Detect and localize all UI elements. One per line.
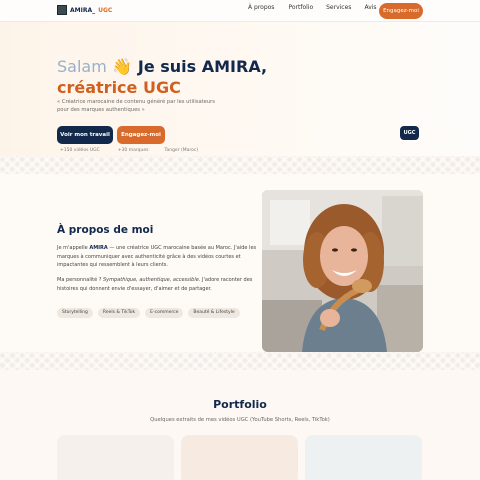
portfolio-section: Portfolio Quelques extraits de mes vidéo… — [0, 370, 480, 480]
tag-ecommerce: E-commerce — [145, 308, 184, 318]
hero-name: AMIRA, — [201, 57, 268, 76]
tag-reels-tiktok: Reels & TikTok — [97, 308, 141, 318]
about-section: À propos de moi Je m'appelle AMIRA — une… — [0, 174, 480, 352]
hero-subtitle: « Créatrice marocaine de contenu généré … — [57, 99, 215, 113]
portfolio-subtitle: Quelques extraits de mes vidéos UGC (You… — [150, 417, 330, 423]
portfolio-title: Portfolio — [213, 398, 267, 411]
top-navbar: AMIRA_ UGC À propos Portfolio Services A… — [0, 0, 480, 22]
about-p1-name: AMIRA — [89, 245, 108, 251]
portfolio-card-2[interactable] — [181, 435, 298, 480]
hero-section: Salam 👋 Je suis AMIRA, créatrice UGC « C… — [0, 22, 480, 157]
about-paragraph-1: Je m'appelle AMIRA — une créatrice UGC m… — [57, 244, 257, 270]
profile-photo-illustration — [262, 190, 423, 352]
tag-beauty-lifestyle: Beauté & Lifestyle — [188, 308, 240, 318]
portfolio-card-1[interactable] — [57, 435, 174, 480]
nav-link-services[interactable]: Services — [326, 4, 351, 11]
hero-stats: +150 vidéos UGC +30 marques Tanger (Maro… — [60, 148, 198, 153]
profile-photo — [262, 190, 423, 352]
view-work-button[interactable]: Voir mon travail — [57, 126, 113, 144]
about-p2-pre: Ma personnalité ? — [57, 277, 103, 283]
hero-hire-button[interactable]: Engagez-moi — [117, 126, 165, 144]
hero-intro: Je suis — [132, 57, 202, 76]
hero-greeting: Salam — [57, 57, 107, 76]
about-tags: Storytelling Reels & TikTok E-commerce B… — [57, 308, 240, 318]
about-title: À propos de moi — [57, 224, 154, 236]
stat-videos: +150 vidéos UGC — [60, 148, 100, 153]
decorative-pattern-band — [0, 156, 480, 174]
ugc-badge: UGC — [400, 126, 419, 140]
stat-brands: +30 marques — [117, 148, 149, 153]
logo-name: AMIRA_ — [70, 6, 96, 14]
stat-location: Tanger (Maroc) — [164, 148, 199, 153]
about-p2-italic: Sympathique, authentique, accessible. — [103, 277, 201, 283]
logo-ugc: UGC — [98, 6, 113, 14]
decorative-pattern-band-2 — [0, 352, 480, 370]
nav-link-reviews[interactable]: Avis — [364, 4, 376, 11]
about-paragraph-2: Ma personnalité ? Sympathique, authentiq… — [57, 276, 257, 293]
tag-storytelling: Storytelling — [57, 308, 93, 318]
about-p1-pre: Je m'appelle — [57, 245, 90, 251]
nav-hire-button[interactable]: Engagez-moi — [379, 3, 423, 19]
hero-title-line1: Salam 👋 Je suis AMIRA, — [57, 57, 267, 76]
hero-title-line2: créatrice UGC — [57, 78, 181, 97]
nav-link-portfolio[interactable]: Portfolio — [288, 4, 313, 11]
site-logo[interactable]: AMIRA_ UGC — [57, 5, 112, 15]
wave-icon: 👋 — [112, 57, 133, 76]
nav-link-about[interactable]: À propos — [248, 4, 274, 11]
logo-mark-icon — [57, 5, 67, 15]
portfolio-card-3[interactable] — [305, 435, 422, 480]
nav-links: À propos Portfolio Services Avis — [248, 4, 377, 11]
